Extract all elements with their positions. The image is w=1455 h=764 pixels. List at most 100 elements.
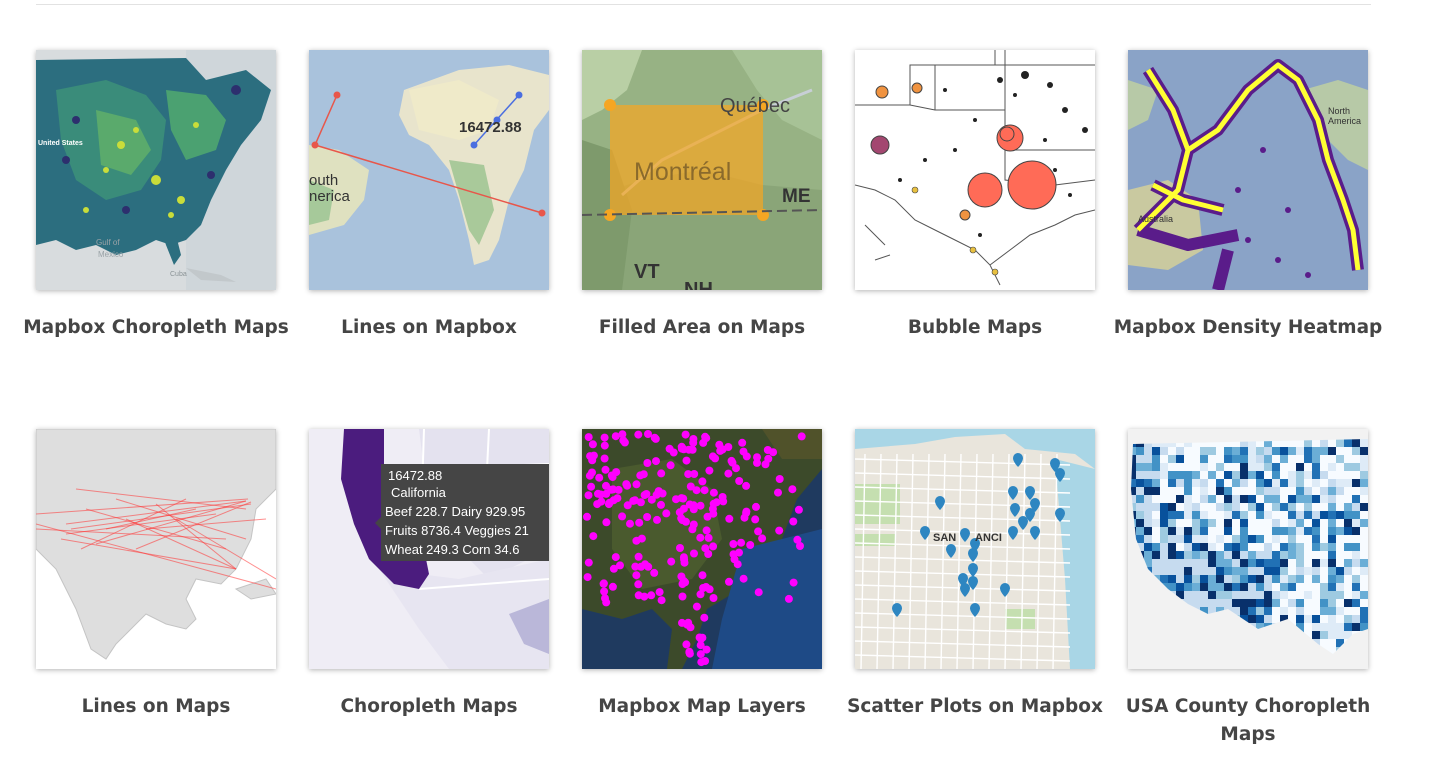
county-cell: [1288, 567, 1296, 575]
layer-point: [636, 471, 645, 480]
county-cell: [1344, 591, 1352, 599]
county-cell: [1208, 447, 1216, 455]
county-cell: [1256, 487, 1264, 495]
county-cell: [1336, 623, 1344, 631]
county-cell: [1232, 599, 1240, 607]
county-cell: [1264, 607, 1272, 615]
map-layers-thumbnail: [582, 429, 822, 669]
county-cell: [1216, 511, 1224, 519]
county-cell: [1336, 487, 1344, 495]
layer-point: [589, 532, 598, 541]
county-cell: [1272, 479, 1280, 487]
layer-point: [754, 527, 763, 536]
county-cell: [1216, 575, 1224, 583]
county-cell: [1152, 567, 1160, 575]
county-cell: [1264, 463, 1272, 471]
layer-point: [684, 445, 693, 454]
gallery-card-usa-county-choropleth[interactable]: USA County Choropleth Maps: [1126, 429, 1370, 749]
gallery-card-mapbox-choropleth[interactable]: United States Gulf of Mexico Cuba Mapbox…: [23, 50, 289, 342]
county-cell: [1248, 511, 1256, 519]
county-cell: [1328, 599, 1336, 607]
county-cell: [1336, 599, 1344, 607]
county-cell: [1248, 519, 1256, 527]
county-cell: [1312, 479, 1320, 487]
county-cell: [1184, 463, 1192, 471]
county-cell: [1208, 495, 1216, 503]
county-cell: [1336, 543, 1344, 551]
county-cell: [1192, 583, 1200, 591]
county-cell: [1152, 551, 1160, 559]
layer-point: [657, 500, 665, 509]
county-cell: [1320, 551, 1328, 559]
gallery-card-mapbox-map-layers[interactable]: Mapbox Map Layers: [582, 429, 822, 721]
county-cell: [1256, 463, 1264, 471]
county-cell: [1320, 479, 1328, 487]
county-cell: [1184, 511, 1192, 519]
tooltip-line: Beef 228.7 Dairy 929.95: [385, 504, 525, 519]
county-cell: [1360, 599, 1368, 607]
county-cell: [1192, 447, 1200, 455]
gallery-card-choropleth-maps[interactable]: 16472.88 California Beef 228.7 Dairy 929…: [309, 429, 549, 721]
county-cell: [1320, 591, 1328, 599]
county-cell: [1304, 471, 1312, 479]
county-cell: [1168, 567, 1176, 575]
gallery-card-mapbox-density-heatmap[interactable]: North America Australia Mapbox Density H…: [1114, 50, 1382, 342]
county-cell: [1328, 583, 1336, 591]
county-cell: [1336, 511, 1344, 519]
county-cell: [1352, 479, 1360, 487]
county-cell: [1176, 583, 1184, 591]
layer-point: [725, 577, 733, 586]
layer-point: [597, 497, 606, 506]
county-cell: [1152, 455, 1160, 463]
county-cell: [1360, 543, 1368, 551]
gallery-card-scatter-plots-on-mapbox[interactable]: SAN ANCI Scatter Plots on Mapbox: [847, 429, 1103, 721]
county-cell: [1152, 463, 1160, 471]
county-cell: [1168, 519, 1176, 527]
county-cell: [1288, 527, 1296, 535]
layer-point: [655, 588, 664, 597]
county-cell: [1208, 519, 1216, 527]
county-cell: [1144, 471, 1152, 479]
county-cell: [1360, 447, 1368, 455]
layer-point: [607, 485, 616, 494]
county-cell: [1352, 455, 1360, 463]
layer-point: [601, 594, 609, 603]
gallery-card-lines-on-mapbox[interactable]: 16472.88 outh nerica Lines on Mapbox: [309, 50, 549, 342]
county-cell: [1336, 439, 1344, 447]
county-cell: [1256, 495, 1264, 503]
county-cell: [1360, 607, 1368, 615]
county-cell: [1360, 471, 1368, 479]
county-cell: [1256, 615, 1264, 623]
gallery-card-bubble-maps[interactable]: Bubble Maps: [855, 50, 1095, 342]
county-cell: [1352, 591, 1360, 599]
county-cell: [1296, 559, 1304, 567]
county-cell: [1240, 575, 1248, 583]
county-cell: [1264, 471, 1272, 479]
layer-point: [667, 557, 676, 566]
county-cell: [1208, 503, 1216, 511]
gallery-card-lines-on-maps[interactable]: Lines on Maps: [36, 429, 276, 721]
county-cell: [1352, 511, 1360, 519]
county-cell: [1208, 543, 1216, 551]
layer-point: [684, 470, 693, 479]
county-cell: [1312, 551, 1320, 559]
county-cell: [1168, 463, 1176, 471]
layer-point: [685, 648, 694, 657]
county-cell: [1296, 487, 1304, 495]
layer-point: [584, 491, 593, 500]
county-cell: [1256, 527, 1264, 535]
thumb-label: North: [1328, 106, 1350, 116]
layer-point: [686, 482, 695, 491]
county-cell: [1352, 503, 1360, 511]
county-cell: [1248, 543, 1256, 551]
thumb-label: Gulf of: [96, 238, 120, 247]
county-cell: [1304, 599, 1312, 607]
county-cell: [1232, 527, 1240, 535]
layer-point: [701, 657, 710, 665]
county-cell: [1136, 447, 1144, 455]
county-cell: [1264, 511, 1272, 519]
thumb-label: Mexico: [98, 250, 124, 259]
county-cell: [1144, 535, 1152, 543]
county-cell: [1288, 559, 1296, 567]
gallery-card-filled-area-on-maps[interactable]: Québec Montréal ME VT NH Filled Area on …: [582, 50, 822, 342]
